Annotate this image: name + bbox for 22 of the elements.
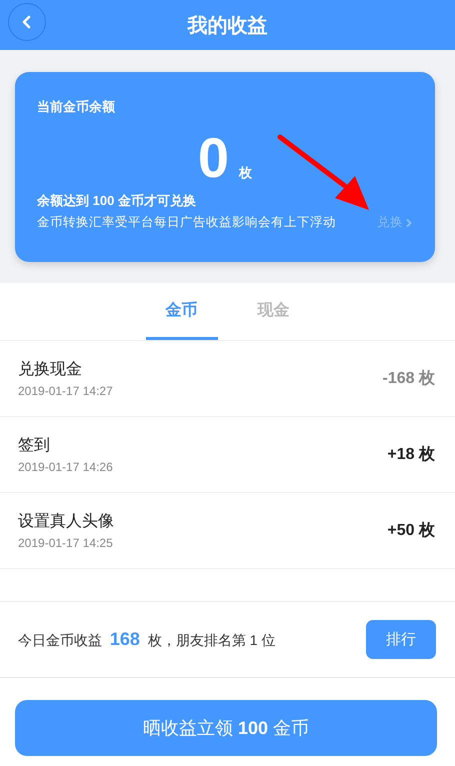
record-time: 2019-01-17 14:26 [18, 460, 113, 474]
share-button[interactable]: 晒收益立领 100 金币 [15, 700, 437, 756]
balance-amount: 0 [198, 130, 230, 186]
balance-unit: 枚 [239, 164, 252, 182]
redeem-notice: 余额达到 100 金币才可兑换 [37, 192, 196, 210]
back-button[interactable] [8, 3, 46, 41]
summary-text: 今日金币收益 168 枚，朋友排名第 1 位 [18, 629, 276, 650]
record-title: 设置真人头像 [18, 512, 114, 532]
record-title: 签到 [18, 436, 51, 456]
chevron-right-icon [405, 218, 413, 228]
record-amount: +18 枚 [387, 444, 435, 465]
record-time: 2019-01-17 14:27 [18, 384, 113, 398]
record-time: 2019-01-17 14:25 [18, 536, 114, 550]
page-title: 我的收益 [188, 14, 268, 38]
tab[interactable]: 现金 [238, 283, 310, 340]
balance-label: 当前金币余额 [37, 98, 115, 116]
rate-note: 金币转换汇率受平台每日广告收益影响会有上下浮动 [37, 214, 336, 231]
ranking-button[interactable]: 排行 [366, 620, 436, 659]
record-amount: -168 枚 [382, 368, 435, 389]
arrow-icon [277, 134, 371, 212]
record-amount: +50 枚 [387, 520, 435, 541]
record-title: 兑换现金 [18, 360, 83, 380]
